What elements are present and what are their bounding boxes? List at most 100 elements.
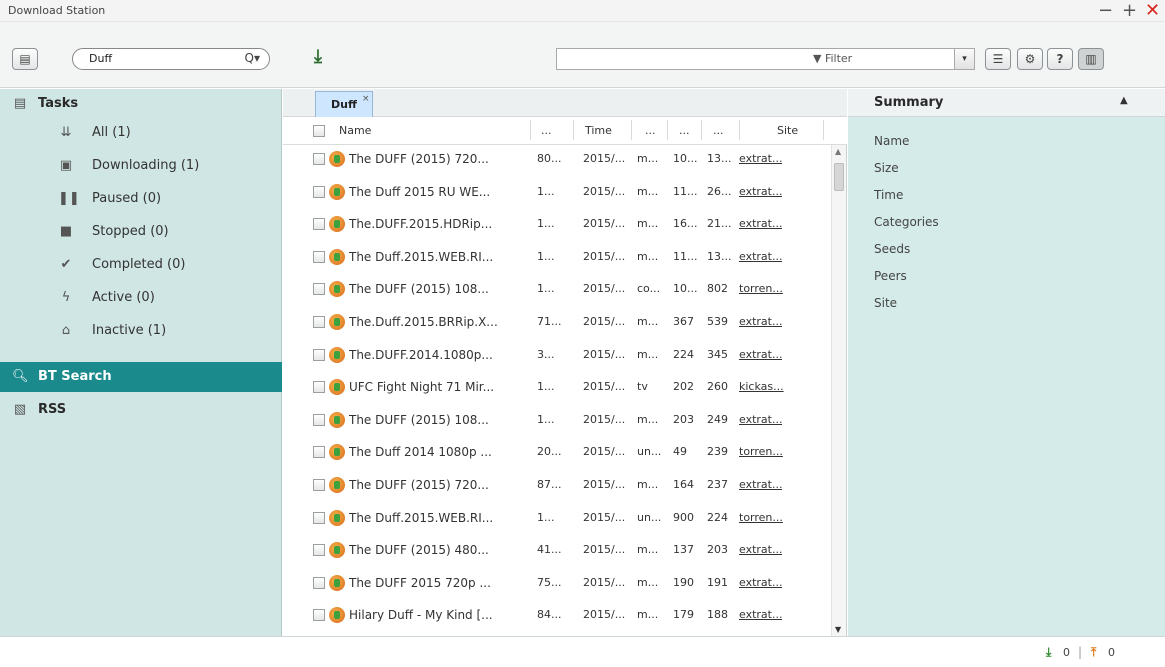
row-checkbox[interactable] — [313, 609, 325, 622]
cell-site[interactable]: extrat... — [739, 608, 782, 621]
cell-size: 1... — [537, 510, 555, 524]
column-header-peers[interactable]: ... — [713, 124, 724, 137]
table-row[interactable]: The.DUFF.2014.1080p... 3... 2015/... m... 22… — [283, 341, 832, 371]
filter-select[interactable]: ▼ Filter ▾ — [556, 48, 975, 70]
column-header-size[interactable]: ... — [541, 124, 552, 137]
tab-duff[interactable]: Duff × — [315, 91, 373, 117]
column-divider[interactable] — [823, 120, 824, 140]
column-divider[interactable] — [573, 120, 574, 140]
close-icon[interactable]: × — [362, 94, 370, 104]
table-row[interactable]: The DUFF (2015) 720... 80... 2015/... m... 1… — [283, 145, 832, 175]
sidebar-item-active[interactable]: ϟ Active (0) — [0, 283, 282, 313]
search-icon[interactable]: Q▾ — [245, 51, 260, 65]
row-checkbox[interactable] — [313, 185, 325, 198]
cell-site[interactable]: extrat... — [739, 315, 782, 328]
column-header-time[interactable]: Time — [585, 124, 612, 137]
sidebar-item-completed[interactable]: ✔ Completed (0) — [0, 250, 282, 280]
row-checkbox[interactable] — [313, 348, 325, 361]
table-row[interactable]: The DUFF (2015) 108... 1... 2015/... co... 1… — [283, 275, 832, 305]
cell-site[interactable]: extrat... — [739, 478, 782, 491]
cell-name: The Duff.2015.WEB.RI... — [349, 510, 494, 525]
torrent-icon — [329, 574, 345, 591]
cell-site[interactable]: torren... — [739, 511, 783, 524]
minimize-button[interactable]: − — [1098, 0, 1113, 22]
column-header-site[interactable]: Site — [777, 124, 798, 137]
column-header-seeds[interactable]: ... — [679, 124, 690, 137]
cell-site[interactable]: extrat... — [739, 250, 782, 263]
table-row[interactable]: The Duff 2014 1080p ... 20... 2015/... un..… — [283, 438, 832, 468]
cell-site[interactable]: extrat... — [739, 543, 782, 556]
cell-size: 71... — [537, 315, 562, 328]
column-divider[interactable] — [667, 120, 668, 140]
row-checkbox[interactable] — [313, 218, 325, 231]
row-checkbox[interactable] — [313, 413, 325, 426]
sidebar-item-inactive[interactable]: ⌂ Inactive (1) — [0, 316, 282, 346]
cell-site[interactable]: torren... — [739, 282, 783, 295]
collapse-icon[interactable]: ▲ — [1120, 95, 1128, 106]
table-row[interactable]: The DUFF (2015) 720... 87... 2015/... m... 1… — [283, 471, 832, 501]
row-checkbox[interactable] — [313, 576, 325, 589]
sidebar-item-paused[interactable]: ❚❚ Paused (0) — [0, 184, 282, 214]
toggle-right-panel-button[interactable]: ▥ — [1078, 48, 1104, 70]
row-checkbox[interactable] — [313, 511, 325, 524]
cell-site[interactable]: extrat... — [739, 576, 782, 589]
row-checkbox[interactable] — [313, 153, 325, 165]
sidebar-item-bt-search[interactable]: 🔍︎ BT Search — [0, 362, 282, 392]
table-row[interactable]: Hilary Duff - My Kind [... 84... 2015/... m… — [283, 601, 832, 631]
column-divider[interactable] — [530, 120, 531, 140]
scroll-thumb[interactable] — [834, 163, 844, 191]
scroll-up-icon[interactable]: ▲ — [835, 147, 841, 156]
cell-site[interactable]: kickas... — [739, 380, 784, 393]
summary-field-site: Site — [874, 296, 898, 310]
sidebar-item-stopped[interactable]: ■ Stopped (0) — [0, 217, 282, 247]
help-button[interactable]: ? — [1047, 48, 1073, 70]
table-row[interactable]: The Duff.2015.WEB.RI... 1... 2015/... un...… — [283, 504, 832, 534]
table-row[interactable]: The DUFF (2015) 480... 41... 2015/... m... 1… — [283, 536, 832, 566]
row-checkbox[interactable] — [313, 479, 325, 491]
scroll-down-icon[interactable]: ▼ — [835, 625, 841, 634]
view-options-button[interactable]: ☰ — [985, 48, 1011, 70]
table-row[interactable]: The DUFF (2015) 108... 1... 2015/... m... 20… — [283, 406, 832, 436]
sidebar-item-rss[interactable]: ▧ RSS — [0, 395, 282, 425]
sidebar-item-all[interactable]: ⇊ All (1) — [0, 118, 282, 148]
column-header-category[interactable]: ... — [645, 124, 656, 137]
cell-site[interactable]: extrat... — [739, 348, 782, 361]
column-divider[interactable] — [631, 120, 632, 140]
column-header-name[interactable]: Name — [339, 124, 371, 137]
chevron-down-icon[interactable]: ▾ — [954, 49, 974, 69]
cell-peers: 188 — [707, 608, 728, 622]
cell-site[interactable]: torren... — [739, 445, 783, 458]
row-checkbox[interactable] — [313, 250, 325, 263]
table-row[interactable]: The.Duff.2015.BRRip.X... 71... 2015/... m..… — [283, 308, 832, 338]
download-icon[interactable]: ⤓ — [314, 46, 322, 67]
row-checkbox[interactable] — [313, 316, 325, 328]
table-row[interactable]: The Duff 2015 RU WE... 1... 2015/... m... 11… — [283, 178, 832, 208]
select-all-checkbox[interactable] — [313, 125, 325, 137]
sidebar-item-tasks[interactable]: ▤ Tasks — [0, 89, 282, 119]
row-checkbox[interactable] — [313, 544, 325, 557]
table-row[interactable]: UFC Fight Night 71 Mir... 1... 2015/... tv 2… — [283, 373, 832, 403]
cell-site[interactable]: extrat... — [739, 217, 782, 230]
search-input[interactable]: Duff Q▾ — [72, 48, 270, 70]
cell-site[interactable]: extrat... — [739, 413, 782, 426]
cell-site[interactable]: extrat... — [739, 185, 782, 198]
settings-button[interactable]: ⚙ — [1017, 48, 1043, 70]
toggle-left-panel-button[interactable]: ▤ — [12, 48, 38, 70]
vertical-scrollbar[interactable]: ▲ ▼ — [831, 145, 846, 636]
maximize-button[interactable]: + — [1122, 0, 1137, 22]
row-checkbox[interactable] — [313, 446, 325, 459]
table-row[interactable]: The DUFF 2015 720p ... 75... 2015/... m... 1… — [283, 569, 832, 599]
column-divider[interactable] — [701, 120, 702, 140]
torrent-icon — [329, 183, 345, 200]
summary-header[interactable]: Summary ▲ — [848, 89, 1165, 117]
cell-size: 1... — [537, 249, 555, 263]
row-checkbox[interactable] — [313, 381, 325, 394]
table-row[interactable]: The Duff.2015.WEB.RI... 1... 2015/... m... 1… — [283, 243, 832, 273]
cell-site[interactable]: extrat... — [739, 152, 782, 165]
column-divider[interactable] — [739, 120, 740, 140]
close-button[interactable]: ✕ — [1145, 0, 1160, 22]
row-checkbox[interactable] — [313, 283, 325, 296]
table-row[interactable]: The.DUFF.2015.HDRip... 1... 2015/... m... 16… — [283, 210, 832, 240]
sidebar-item-downloading[interactable]: ▣ Downloading (1) — [0, 151, 282, 181]
summary-title: Summary — [874, 95, 944, 110]
